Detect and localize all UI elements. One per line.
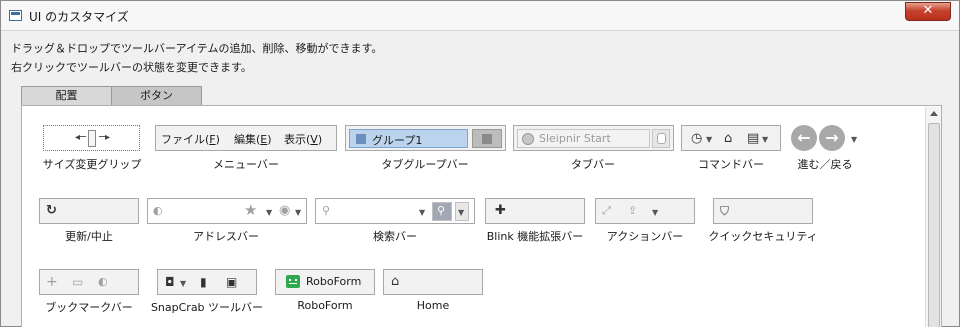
- roboform-item[interactable]: RoboForm: [275, 269, 375, 295]
- size-grip-item[interactable]: ◂─ ─▸: [43, 125, 140, 151]
- puzzle-icon: ✚: [495, 203, 506, 218]
- sleipnir-start-tab: Sleipnir Start: [517, 129, 650, 148]
- tab-placement[interactable]: 配置: [21, 86, 112, 106]
- shield-icon: ⛉: [720, 204, 730, 218]
- page-icon: ◐: [153, 204, 163, 217]
- search-bar-label: 検索バー: [373, 230, 417, 243]
- instruction-line-2: 右クリックでツールバーの状態を変更できます。: [11, 61, 252, 74]
- document-icon: ▮: [200, 275, 207, 289]
- home-icon: ⌂: [724, 131, 733, 146]
- blink-extension-bar-item[interactable]: ✚: [485, 198, 585, 224]
- scroll-up-arrow-icon[interactable]: [930, 111, 938, 116]
- close-button[interactable]: ✕: [905, 2, 951, 21]
- quick-security-label: クイックセキュリティ: [708, 230, 818, 243]
- chevron-down-icon: ▼: [706, 135, 713, 144]
- customize-ui-window: UI のカスタマイズ ✕ ドラッグ＆ドロップでツールバーアイテムの追加、削除、移…: [0, 0, 960, 327]
- blink-extension-bar-label: Blink 機能拡張バー: [486, 230, 584, 243]
- group-color-icon: [482, 134, 492, 144]
- bookmark-bar-label: ブックマークバー: [45, 301, 133, 314]
- snapcrab-toolbar-item[interactable]: ◘ ▼ ▮ ▣: [157, 269, 257, 295]
- menu-view: 表示(V): [284, 133, 323, 146]
- history-icon: ◷: [691, 131, 703, 146]
- title-bar: UI のカスタマイズ ✕: [1, 1, 959, 31]
- home-item[interactable]: ⌂: [383, 269, 483, 295]
- menu-edit: 編集(E): [234, 133, 272, 146]
- command-bar-item[interactable]: ◷ ▼ ⌂ ▤ ▼: [681, 125, 781, 151]
- tab-bar-item[interactable]: Sleipnir Start: [513, 125, 674, 151]
- refresh-item[interactable]: ↻: [39, 198, 139, 224]
- menu-bar-item[interactable]: ファイル(F) 編集(E) 表示(V): [155, 125, 337, 151]
- snapcrab-toolbar-label: SnapCrab ツールバー: [150, 301, 264, 314]
- address-bar-label: アドレスバー: [193, 230, 259, 243]
- tab-group-2: [472, 129, 502, 148]
- back-icon[interactable]: ←: [791, 125, 817, 151]
- address-bar-item[interactable]: ◐ ★ ▼ ◉ ▼: [147, 198, 307, 224]
- size-grip-label: サイズ変更グリップ: [42, 158, 142, 171]
- home-icon: ⌂: [391, 274, 400, 289]
- vertical-scrollbar[interactable]: [925, 107, 941, 327]
- new-tab-icon: [652, 129, 670, 148]
- action-bar-item[interactable]: ⤢ ⇪ ▼: [595, 198, 695, 224]
- window-title: UI のカスタマイズ: [29, 10, 129, 24]
- search-icon: ⚲: [437, 204, 446, 217]
- share-icon: ⇪: [628, 204, 638, 217]
- roboform-robot-icon: [286, 275, 300, 288]
- search-bar-item[interactable]: ⚲ ▼ ⚲ ▼: [315, 198, 475, 224]
- page-icon: ▤: [747, 131, 760, 146]
- gear-icon: ◉: [279, 203, 291, 218]
- arrow-right-icon: ─▸: [99, 132, 111, 143]
- tab-group-bar-label: タブグループバー: [381, 158, 469, 171]
- chevron-down-icon: ▼: [419, 208, 426, 217]
- action-bar-label: アクションバー: [606, 230, 684, 243]
- grip-handle-icon: [88, 130, 96, 147]
- chevron-down-icon: ▼: [266, 208, 273, 217]
- home-label: Home: [416, 299, 450, 312]
- page-icon: ◐: [98, 275, 108, 288]
- menu-file: ファイル(F): [161, 133, 220, 146]
- search-icon: ⚲: [322, 204, 331, 217]
- tab-bar-label: タブバー: [571, 158, 615, 171]
- chevron-down-icon: ▼: [458, 208, 465, 217]
- instruction-line-1: ドラッグ＆ドロップでツールバーアイテムの追加、削除、移動ができます。: [11, 42, 383, 55]
- resize-icon: ⤢: [602, 204, 611, 217]
- bookmark-bar-item[interactable]: + ▭ ◐: [39, 269, 139, 295]
- quick-security-item[interactable]: ⛉: [713, 198, 813, 224]
- menu-bar-label: メニューバー: [213, 158, 279, 171]
- arrow-left-icon: ◂─: [75, 132, 87, 143]
- folder-icon: ▭: [72, 275, 84, 289]
- camera-icon: ◘: [165, 275, 175, 289]
- export-icon: ▣: [226, 275, 238, 289]
- tab-buttons[interactable]: ボタン: [111, 86, 202, 106]
- chevron-down-icon: ▼: [851, 135, 858, 144]
- star-icon: ★: [244, 201, 258, 219]
- scroll-thumb[interactable]: [928, 123, 940, 327]
- globe-icon: [522, 133, 534, 145]
- chevron-down-icon: ▼: [180, 279, 187, 288]
- tab-group-bar-item[interactable]: グループ1: [345, 125, 506, 151]
- tab-group-1: グループ1: [349, 129, 468, 148]
- forward-icon[interactable]: →: [819, 125, 845, 151]
- window-icon: [9, 10, 22, 21]
- chevron-down-icon: ▼: [295, 208, 302, 217]
- chevron-down-icon: ▼: [652, 208, 659, 217]
- plus-icon: +: [46, 274, 58, 290]
- nav-label: 進む／戻る: [797, 158, 853, 171]
- roboform-label: RoboForm: [297, 299, 353, 312]
- group-color-icon: [356, 134, 366, 144]
- refresh-label: 更新/中止: [65, 230, 113, 243]
- roboform-button-text: RoboForm: [306, 275, 362, 288]
- refresh-icon: ↻: [46, 203, 57, 218]
- command-bar-label: コマンドバー: [698, 158, 764, 171]
- chevron-down-icon: ▼: [762, 135, 769, 144]
